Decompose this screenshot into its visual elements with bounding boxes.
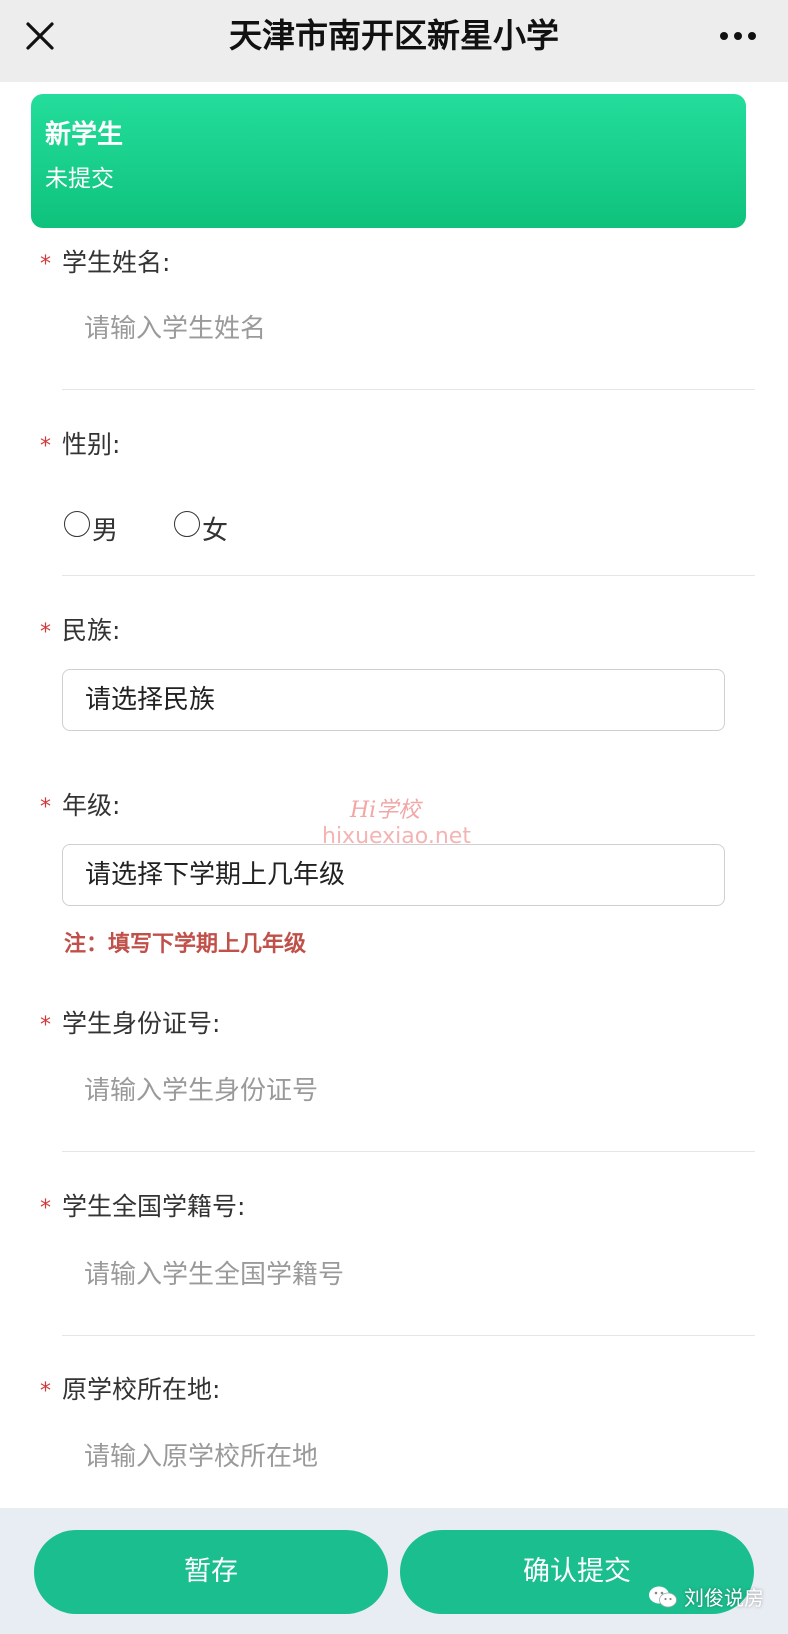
required-mark: * xyxy=(40,620,51,645)
ethnicity-label: * 民族: xyxy=(40,614,120,650)
gender-female-radio[interactable]: 女 xyxy=(174,508,228,548)
required-mark: * xyxy=(40,1013,51,1038)
student-name-field xyxy=(62,290,755,390)
student-status-banner: 新学生 未提交 xyxy=(31,94,746,228)
required-mark: * xyxy=(40,252,51,277)
page-title: 天津市南开区新星小学 xyxy=(229,16,559,55)
radio-circle-icon xyxy=(64,511,90,537)
top-navigation-bar: 天津市南开区新星小学 xyxy=(0,0,788,82)
banner-status: 未提交 xyxy=(45,166,114,192)
ethnicity-select[interactable]: 请选择民族 xyxy=(62,669,725,731)
previous-school-input[interactable] xyxy=(84,1432,724,1482)
gender-male-radio[interactable]: 男 xyxy=(64,508,118,548)
student-number-field xyxy=(62,1236,755,1336)
grade-select[interactable]: 请选择下学期上几年级 xyxy=(62,844,725,906)
banner-title: 新学生 xyxy=(45,120,124,150)
student-name-input[interactable] xyxy=(84,304,724,354)
student-name-label: * 学生姓名: xyxy=(40,246,170,282)
id-number-field xyxy=(62,1052,755,1152)
required-mark: * xyxy=(40,795,51,820)
ethnicity-select-text: 请选择民族 xyxy=(85,685,216,715)
grade-select-text: 请选择下学期上几年级 xyxy=(85,860,346,890)
watermark-logo: Hi学校 xyxy=(350,798,421,823)
id-number-input[interactable] xyxy=(84,1066,724,1116)
required-mark: * xyxy=(40,1196,51,1221)
gender-radio-group: 男 女 xyxy=(62,482,755,576)
student-number-label: * 学生全国学籍号: xyxy=(40,1190,245,1226)
previous-school-field xyxy=(62,1418,755,1506)
gender-label: * 性别: xyxy=(40,428,120,464)
more-options-icon[interactable] xyxy=(718,26,758,46)
grade-note: 注：填写下学期上几年级 xyxy=(64,932,307,957)
wechat-account-name: 刘俊说房 xyxy=(684,1586,764,1610)
bottom-action-bar: 暂存 确认提交 xyxy=(0,1508,788,1634)
save-draft-button[interactable]: 暂存 xyxy=(34,1530,388,1614)
previous-school-label: * 原学校所在地: xyxy=(40,1373,220,1409)
grade-label: * 年级: xyxy=(40,789,120,825)
wechat-icon xyxy=(649,1586,677,1607)
id-number-label: * 学生身份证号: xyxy=(40,1007,220,1043)
wechat-account-watermark: 刘俊说房 xyxy=(648,1582,764,1611)
student-number-input[interactable] xyxy=(84,1250,724,1300)
close-icon[interactable] xyxy=(22,18,58,54)
required-mark: * xyxy=(40,1379,51,1404)
required-mark: * xyxy=(40,434,51,459)
radio-circle-icon xyxy=(174,511,200,537)
